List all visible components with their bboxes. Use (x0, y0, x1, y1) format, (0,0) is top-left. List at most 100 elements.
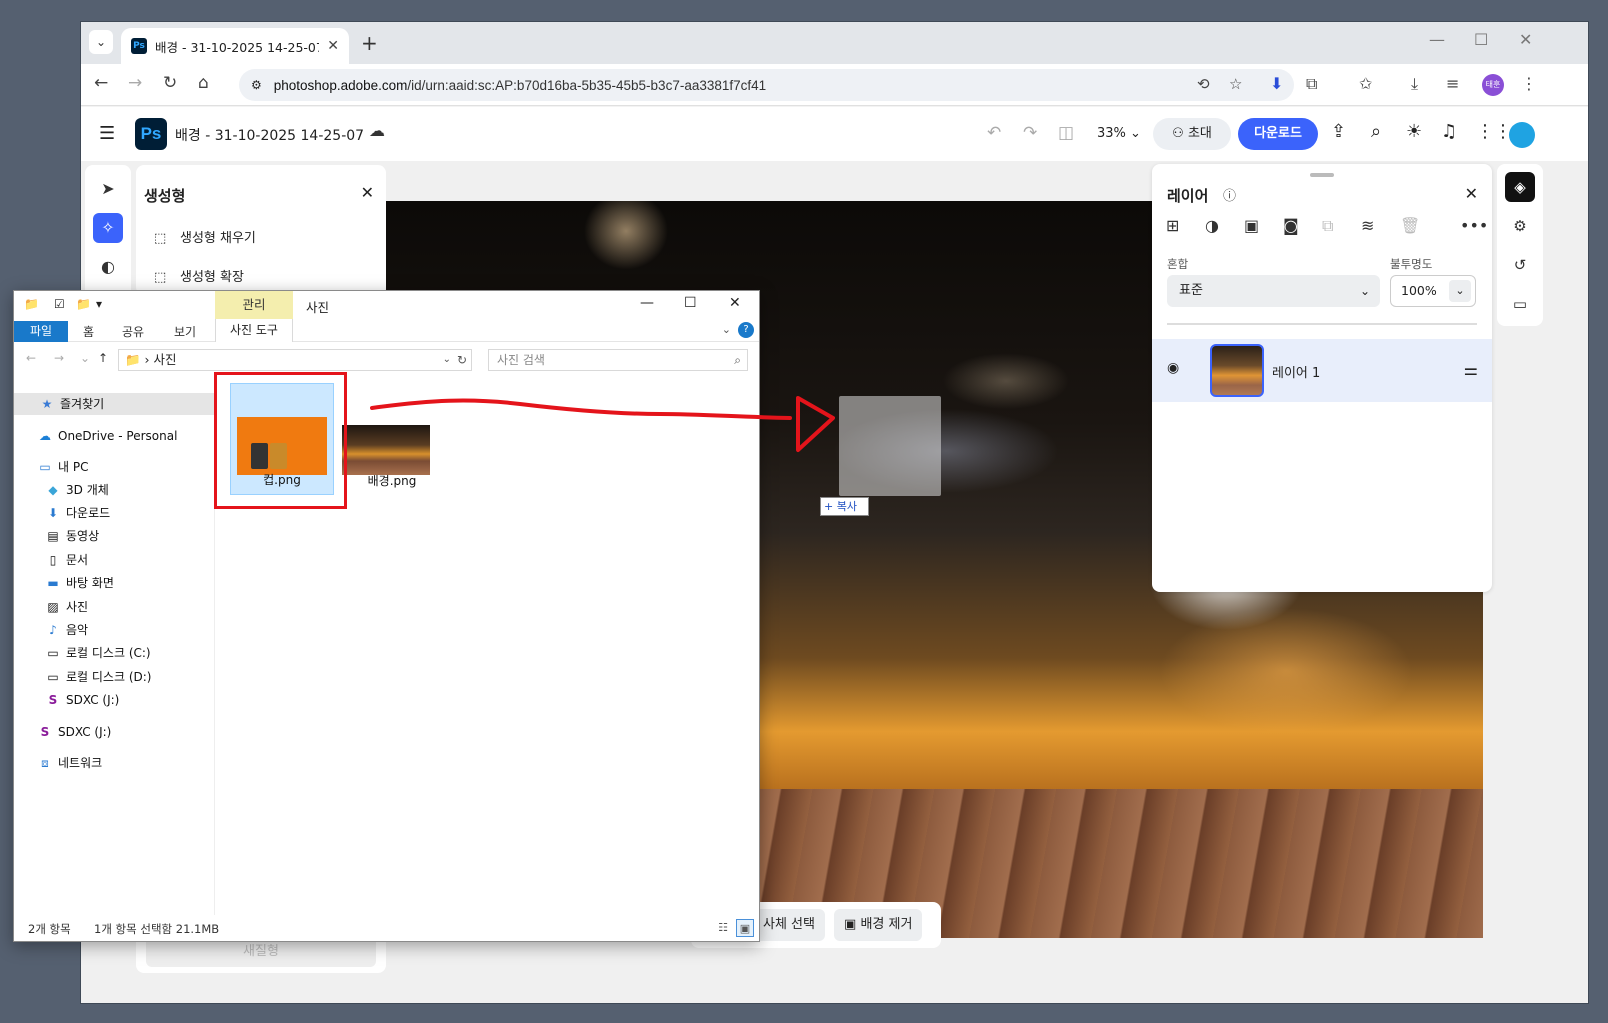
layer-thumbnail[interactable] (1210, 344, 1264, 397)
browser-tab[interactable]: Ps 배경 - 31-10-2025 14-25-07 - ✕ (121, 28, 349, 64)
visibility-eye-icon[interactable]: ◉ (1167, 360, 1179, 376)
new-folder-icon[interactable]: 📁 (76, 297, 91, 311)
manage-context-tab[interactable]: 관리 (215, 291, 293, 319)
maximize-button[interactable]: ☐ (684, 295, 697, 311)
extension-download-icon[interactable]: ⬇ (1270, 74, 1283, 93)
comments-icon[interactable]: ▭ (1505, 289, 1535, 319)
opacity-field[interactable]: 100% ⌄ (1390, 275, 1476, 307)
tab-home[interactable]: 홈 (83, 323, 94, 340)
layers-icon[interactable]: ◈ (1505, 172, 1535, 202)
address-path[interactable]: 📁 › 사진 ⌄ ↻ (118, 349, 472, 371)
sidebar-item-network[interactable]: ⧈ 네트워크 (14, 752, 214, 774)
user-profile-icon[interactable] (1509, 122, 1535, 148)
cloud-sync-icon[interactable]: ☁ (369, 121, 385, 140)
close-window-button[interactable]: ✕ (729, 295, 741, 311)
downloads-icon[interactable]: ⤓ (1411, 74, 1418, 94)
search-icon[interactable]: ⌕ (1371, 121, 1381, 142)
bookmark-star-icon[interactable]: ☆ (1229, 75, 1242, 93)
clip-mask-icon[interactable]: ◙ (1283, 216, 1299, 235)
close-tab-icon[interactable]: ✕ (327, 38, 339, 54)
browser-menu-icon[interactable]: ⋮ (1521, 74, 1537, 93)
sidebar-item-pictures[interactable]: ▨ 사진 (14, 596, 214, 618)
forward-button[interactable]: → (128, 73, 142, 93)
history-icon[interactable]: ↺ (1505, 250, 1535, 280)
path-segment[interactable]: 사진 (154, 352, 177, 367)
notification-bell-icon[interactable]: ♫ (1441, 121, 1457, 142)
generative-fill-item[interactable]: ⬚ 생성형 채우기 (154, 227, 256, 246)
close-icon[interactable]: ✕ (361, 183, 374, 202)
layer-stack-icon[interactable]: ≋ (1361, 216, 1374, 235)
share-upload-icon[interactable]: ⇪ (1331, 121, 1346, 142)
panel-drag-handle[interactable] (1310, 173, 1334, 177)
reading-list-icon[interactable]: ≡ (1446, 74, 1459, 93)
compare-icon[interactable]: ◫ (1058, 123, 1074, 143)
back-button[interactable]: ← (94, 73, 108, 93)
lightbulb-icon[interactable]: ☀ (1406, 121, 1422, 142)
new-tab-button[interactable]: + (361, 31, 378, 55)
sidebar-item-disk-d[interactable]: ▭ 로컬 디스크 (D:) (14, 666, 214, 688)
sidebar-item-desktop[interactable]: ▬ 바탕 화면 (14, 572, 214, 594)
site-info-icon[interactable]: ⚙ (251, 78, 262, 92)
file-item-background[interactable]: 배경.png (340, 383, 444, 495)
sidebar-item-disk-c[interactable]: ▭ 로컬 디스크 (C:) (14, 642, 214, 664)
profile-avatar[interactable]: 태훈 (1482, 74, 1504, 96)
details-view-icon[interactable]: ☷ (714, 919, 732, 937)
properties-sliders-icon[interactable]: ⚙ (1505, 211, 1535, 241)
sidebar-item-favorites[interactable]: ★ 즐겨찾기 (14, 393, 214, 415)
url-field[interactable]: ⚙ photoshop.adobe.com/id/urn:aaid:sc:AP:… (239, 69, 1294, 101)
blend-mode-select[interactable]: 표준 ⌄ (1167, 275, 1380, 307)
sidebar-item-sdxc-root[interactable]: S SDXC (J:) (14, 721, 214, 743)
minimize-button[interactable]: — (1429, 30, 1445, 49)
properties-icon[interactable]: ☑ (54, 297, 65, 311)
duplicate-icon[interactable]: ⧉ (1322, 216, 1333, 236)
select-arrow-icon[interactable]: ➤ (93, 174, 123, 204)
layer-row[interactable]: ◉ 레이어 1 ⚌ (1152, 339, 1492, 402)
delete-icon[interactable]: 🗑 (1400, 216, 1420, 235)
favorites-icon[interactable]: ✩ (1359, 74, 1372, 93)
minimize-button[interactable]: — (640, 295, 654, 311)
generative-icon[interactable]: ✧ (93, 213, 123, 243)
redo-icon[interactable]: ↷ (1023, 123, 1037, 143)
generative-expand-item[interactable]: ⬚ 생성형 확장 (154, 266, 244, 285)
layer-properties-icon[interactable]: ⚌ (1464, 360, 1478, 379)
maximize-button[interactable]: ☐ (1474, 30, 1488, 49)
more-options-icon[interactable]: ••• (1460, 216, 1488, 235)
sidebar-item-this-pc[interactable]: ▭ 내 PC (14, 456, 214, 478)
search-input[interactable]: 사진 검색 ⌕ (488, 349, 748, 371)
chevron-down-icon[interactable]: ⌄ (1449, 280, 1471, 302)
tab-search-button[interactable]: ⌄ (89, 30, 113, 54)
tab-file[interactable]: 파일 (14, 321, 68, 342)
select-subject-button[interactable]: 사체 선택 (753, 909, 825, 941)
sidebar-item-sdxc[interactable]: S SDXC (J:) (14, 689, 214, 711)
hamburger-menu-icon[interactable]: ☰ (99, 123, 115, 144)
invite-button[interactable]: ⚇ 초대 (1153, 118, 1231, 150)
translate-icon[interactable]: ⟲ (1197, 75, 1210, 93)
adjustment-icon[interactable]: ◐ (93, 252, 123, 282)
up-button[interactable]: ↑ (98, 351, 108, 365)
recent-dropdown-icon[interactable]: ⌄ (80, 351, 90, 365)
mask-icon[interactable]: ▣ (1244, 216, 1259, 235)
quick-access-dropdown-icon[interactable]: ▾ (96, 297, 102, 311)
tab-view[interactable]: 보기 (174, 323, 196, 340)
extensions-puzzle-icon[interactable]: ⧉ (1306, 74, 1317, 94)
sidebar-item-onedrive[interactable]: ☁ OneDrive - Personal (14, 425, 214, 447)
reload-button[interactable]: ↻ (163, 73, 177, 93)
adjustment-layer-icon[interactable]: ◑ (1205, 216, 1219, 235)
sidebar-item-downloads[interactable]: ⬇ 다운로드 (14, 502, 214, 524)
apps-grid-icon[interactable]: ⋮⋮ (1476, 121, 1512, 142)
home-button[interactable]: ⌂ (198, 73, 209, 93)
sidebar-item-music[interactable]: ♪ 음악 (14, 619, 214, 641)
path-dropdown-icon[interactable]: ⌄ (443, 350, 451, 370)
sidebar-item-documents[interactable]: ▯ 문서 (14, 549, 214, 571)
large-icons-view-icon[interactable]: ▣ (736, 919, 754, 937)
forward-button[interactable]: → (54, 351, 64, 365)
remove-background-button[interactable]: ▣ 배경 제거 (834, 909, 923, 941)
photoshop-logo[interactable]: Ps (135, 118, 167, 150)
expand-ribbon-icon[interactable]: ⌄ (722, 323, 731, 336)
tab-share[interactable]: 공유 (122, 323, 144, 340)
tab-picture-tools[interactable]: 사진 도구 (215, 319, 293, 342)
download-button[interactable]: 다운로드 (1238, 118, 1318, 150)
refresh-icon[interactable]: ↻ (457, 350, 467, 370)
close-icon[interactable]: ✕ (1465, 184, 1478, 203)
zoom-level[interactable]: 33% ⌄ (1097, 126, 1141, 141)
